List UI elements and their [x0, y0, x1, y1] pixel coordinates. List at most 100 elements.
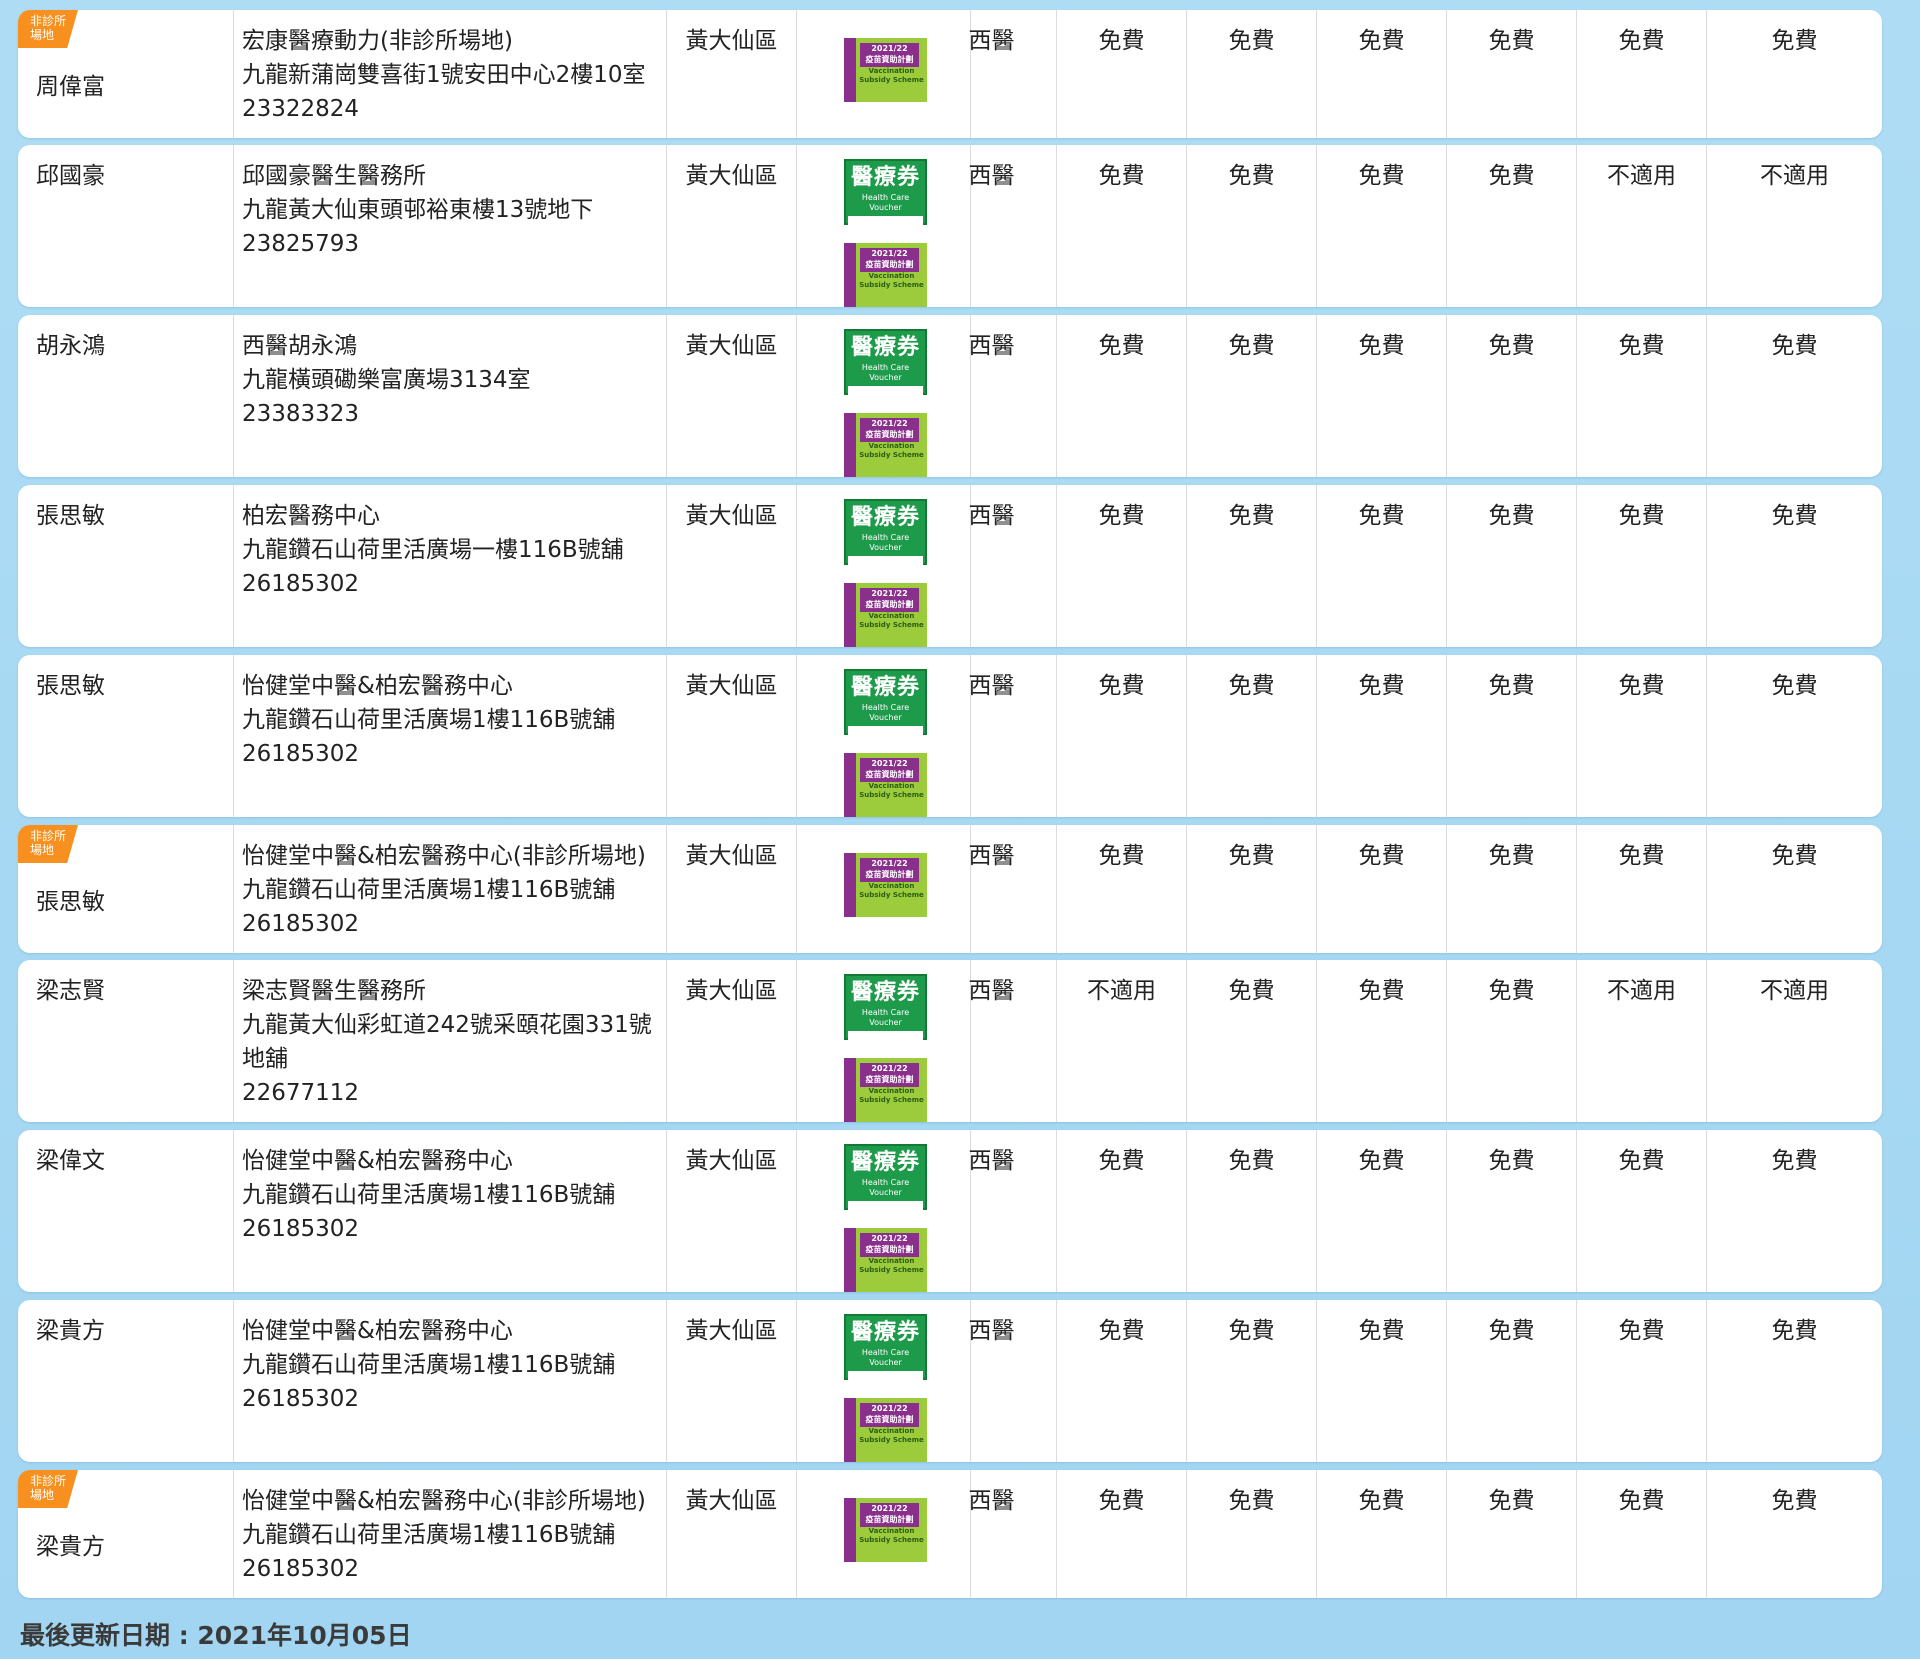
fee-cell: 免費 [1187, 10, 1317, 138]
medicine-type-cell: 西醫 [927, 485, 1057, 647]
last-updated-date: 最後更新日期 : 2021年10月05日 [20, 1621, 412, 1650]
district-cell: 黃大仙區 [667, 315, 797, 477]
voucher-subtitle: Health Care Voucher [861, 1348, 910, 1367]
vss-title-bar: 2021/22 疫苗資助計劃 [860, 248, 919, 272]
fee-cell: 免費 [1187, 1130, 1317, 1292]
vss-subtitle: Vaccination [868, 1527, 915, 1535]
vss-subtitle: Subsidy Scheme [859, 1536, 924, 1544]
fee-cell: 免費 [1577, 655, 1707, 817]
health-care-voucher-logo: 醫療券 Health Care Voucher [844, 499, 927, 572]
fee-cell: 免費 [1057, 485, 1187, 647]
vaccination-subsidy-scheme-logo: 2021/22 疫苗資助計劃 Vaccination Subsidy Scheme [844, 853, 927, 917]
district-cell: 黃大仙區 [667, 1470, 797, 1598]
clinic-info-cell: 梁志賢醫生醫務所 九龍黃大仙彩虹道242號采頤花園331號 地舖 22677112 [234, 960, 667, 1122]
fee-cell: 免費 [1317, 655, 1447, 817]
fee-cell: 免費 [1317, 1300, 1447, 1462]
vss-title-bar: 2021/22 疫苗資助計劃 [860, 43, 919, 67]
doctor-name-cell: 非診所 場地 梁貴方 [18, 1470, 234, 1598]
fee-cell: 免費 [1187, 485, 1317, 647]
clinic-info-cell: 怡健堂中醫&柏宏醫務中心 九龍鑽石山荷里活廣場1樓116B號舖 26185302 [234, 1300, 667, 1462]
table-row: 梁偉文 怡健堂中醫&柏宏醫務中心 九龍鑽石山荷里活廣場1樓116B號舖 2618530… [18, 1130, 1882, 1292]
doctor-name-cell: 非診所 場地 張思敏 [18, 825, 234, 953]
doctor-name-cell: 張思敏 [18, 485, 234, 647]
fee-cell: 免費 [1057, 315, 1187, 477]
fee-cell: 免費 [1771, 333, 1818, 359]
clinic-name: 怡健堂中醫&柏宏醫務中心 [242, 673, 513, 699]
fee-cell: 免費 [1317, 1470, 1447, 1598]
vss-title: 疫苗資助計劃 [865, 1515, 914, 1524]
health-care-voucher-logo: 醫療券 Health Care Voucher [844, 159, 927, 232]
clinic-phone: 26185302 [242, 741, 360, 767]
clinic-phone: 23825793 [242, 231, 360, 257]
medicine-type-cell: 西醫 [927, 1470, 1057, 1598]
doctor-name: 梁偉文 [36, 1148, 105, 1174]
clinic-info-cell: 怡健堂中醫&柏宏醫務中心九龍鑽石山荷里活廣場1樓116B號舖 26185302 [234, 655, 667, 817]
fee-cell: 免費 [1447, 655, 1577, 817]
clinic-name: 梁志賢醫生醫務所 [242, 978, 426, 1004]
district-cell: 黃大仙區 [667, 1300, 797, 1462]
voucher-stripe [848, 216, 923, 232]
clinic-info-cell: 柏宏醫務中心 九龍鑽石山荷里活廣場一樓116B號舖 26185302 [234, 485, 667, 647]
vss-subtitle: Subsidy Scheme [859, 281, 924, 289]
clinic-address: 九龍鑽石山荷里活廣場1樓116B號舖 [242, 1182, 616, 1208]
doctor-name: 梁貴方 [36, 1318, 105, 1344]
vss-subtitle: Vaccination [868, 1427, 915, 1435]
fee-cell: 免費 [1187, 1300, 1317, 1462]
fee-cell: 免費 [1057, 1470, 1187, 1598]
clinic-phone: 23383323 [242, 401, 360, 427]
clinic-info-cell: 怡健堂中醫&柏宏醫務中心 九龍鑽石山荷里活廣場1樓116B號舖 26185302 [234, 1130, 667, 1292]
clinic-name: 宏康醫療動力(非診所場地) [242, 28, 513, 54]
health-care-voucher-logo: 醫療券 Health Care Voucher [844, 669, 927, 742]
vss-subtitle: Subsidy Scheme [859, 1266, 924, 1274]
fee-cell: 免費 [1577, 485, 1707, 647]
medicine-type-cell: 西醫 [927, 145, 1057, 307]
fee-cell: 免費 [1447, 1130, 1577, 1292]
vss-title: 疫苗資助計劃 [865, 260, 914, 269]
vss-year: 2021/22 [871, 1404, 908, 1413]
doctor-name-cell: 張思敏 [18, 655, 234, 817]
vss-year: 2021/22 [871, 1064, 908, 1073]
clinic-address: 九龍鑽石山荷里活廣場1樓116B號舖 [242, 1352, 616, 1378]
vss-subtitle: Subsidy Scheme [859, 1436, 924, 1444]
vss-subtitle: Vaccination [868, 782, 915, 790]
fee-cell: 免費 [1317, 10, 1447, 138]
voucher-subtitle: Health Care Voucher [861, 1178, 910, 1197]
fee-cell: 免費 [1057, 1130, 1187, 1292]
fee-cell: 免費 [1187, 655, 1317, 817]
district-cell: 黃大仙區 [667, 960, 797, 1122]
clinic-address: 九龍鑽石山荷里活廣場1樓116B號舖 [242, 707, 616, 733]
clinic-phone: 23322824 [242, 96, 360, 122]
fee-cell: 免費 [1577, 315, 1707, 477]
table-row: 張思敏 怡健堂中醫&柏宏醫務中心九龍鑽石山荷里活廣場1樓116B號舖 2618530… [18, 655, 1882, 817]
health-care-voucher-logo: 醫療券 Health Care Voucher [844, 974, 927, 1047]
fee-cell: 免費 [1317, 145, 1447, 307]
table-row: 梁貴方 怡健堂中醫&柏宏醫務中心 九龍鑽石山荷里活廣場1樓116B號舖 2618530… [18, 1300, 1882, 1462]
fee-cell: 免費 [1771, 1318, 1818, 1344]
table-row: 邱國豪 邱國豪醫生醫務所 九龍黃大仙東頭邨裕東樓13號地下 23825793 黃大仙區醫… [18, 145, 1882, 307]
medicine-type-cell: 西醫 [927, 1300, 1057, 1462]
voucher-subtitle: Health Care Voucher [861, 703, 910, 722]
clinic-name: 西醫胡永鴻 [242, 333, 357, 359]
fee-cell: 免費 [1771, 28, 1818, 54]
vss-title-bar: 2021/22 疫苗資助計劃 [860, 758, 919, 782]
clinic-name: 怡健堂中醫&柏宏醫務中心(非診所場地) [242, 843, 646, 869]
fee-cell: 免費 [1577, 825, 1707, 953]
fee-cell: 免費 [1187, 960, 1317, 1122]
voucher-title: 醫療券 [850, 1150, 920, 1175]
vss-subtitle: Subsidy Scheme [859, 1096, 924, 1104]
district-cell: 黃大仙區 [667, 485, 797, 647]
vaccination-subsidy-scheme-logo: 2021/22 疫苗資助計劃 Vaccination Subsidy Scheme [844, 1398, 927, 1462]
badge-line: 場地 [30, 28, 55, 42]
fee-cell: 免費 [1057, 655, 1187, 817]
fee-cell: 免費 [1057, 10, 1187, 138]
fee-cell: 免費 [1187, 145, 1317, 307]
fee-cell: 不適用 [1760, 978, 1829, 1004]
voucher-title: 醫療券 [850, 165, 920, 190]
voucher-subtitle: Health Care Voucher [861, 363, 910, 382]
clinic-info-cell: 宏康醫療動力(非診所場地) 九龍新蒲崗雙喜街1號安田中心2樓10室 23322824 [234, 10, 667, 138]
vss-title: 疫苗資助計劃 [865, 870, 914, 879]
vss-year: 2021/22 [871, 44, 908, 53]
table-row: 非診所 場地 周偉富 宏康醫療動力(非診所場地) 九龍新蒲崗雙喜街1號安田中心2樓10室… [18, 10, 1882, 138]
fee-cell: 免費 [1447, 315, 1577, 477]
voucher-subtitle: Health Care Voucher [861, 1008, 910, 1027]
